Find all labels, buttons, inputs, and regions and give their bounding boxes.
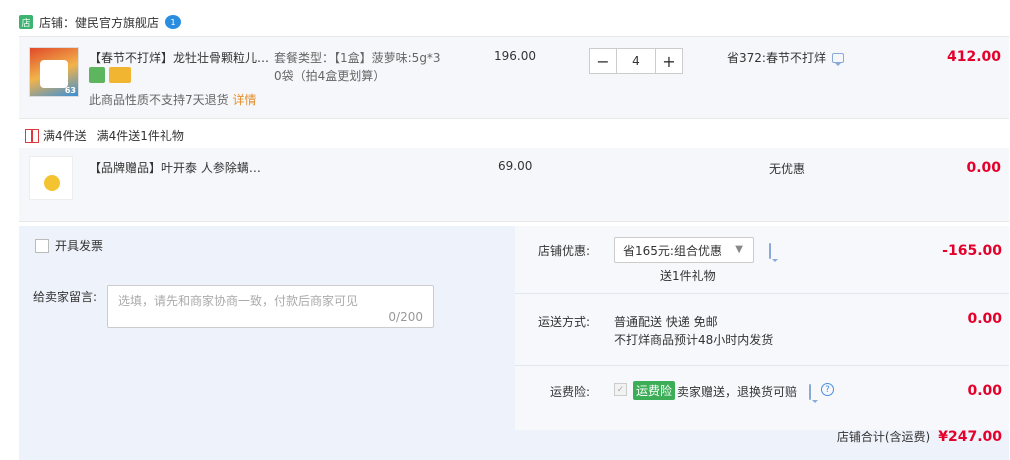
invoice-option[interactable]: 开具发票 xyxy=(35,237,103,254)
item-subtotal: 412.00 xyxy=(946,49,1001,65)
store-total: 店铺合计(含运费) ¥247.00 xyxy=(837,428,1002,445)
return-policy: 此商品性质不支持7天退货 详情 xyxy=(89,91,256,108)
cart-item: 63 【春节不打烊】龙牡壮骨颗粒儿… 此商品性质不支持7天退货 详情 套餐类型：… xyxy=(19,36,1009,119)
insurance-badge: 运费险 xyxy=(633,381,676,400)
store-discount-select[interactable]: 省165元:组合优惠 ▼ xyxy=(614,237,754,263)
gift-promo-header: 满4件送 满4件送1件礼物 xyxy=(25,127,184,144)
invoice-label: 开具发票 xyxy=(55,239,104,253)
store-discount-gift: 送1件礼物 xyxy=(660,269,716,283)
product-thumbnail[interactable]: 63 xyxy=(29,47,79,97)
total-amount: ¥247.00 xyxy=(938,428,1002,445)
shipping-label: 运送方式: xyxy=(538,315,591,329)
gift-discount: 无优惠 xyxy=(769,162,806,176)
spec-line: 0袋（拍4盒更划算） xyxy=(274,69,386,83)
message-icon[interactable] xyxy=(809,384,811,400)
card-tag-icon xyxy=(109,67,131,83)
quantity-stepper: − 4 + xyxy=(589,48,683,74)
gift-tag: 满4件送 xyxy=(43,129,87,143)
message-icon[interactable] xyxy=(769,243,771,259)
chat-badge: 1 xyxy=(170,17,176,27)
qty-input[interactable]: 4 xyxy=(616,49,656,73)
remark-label: 给卖家留言: xyxy=(33,290,98,304)
gift-tag-desc: 满4件送1件礼物 xyxy=(96,129,184,143)
return-notice: 此商品性质不支持7天退货 xyxy=(89,93,229,107)
thumb-badge: 63 xyxy=(64,86,76,95)
gift-subtotal: 0.00 xyxy=(966,160,1001,176)
qty-plus-button[interactable]: + xyxy=(656,49,682,73)
gift-price: 69.00 xyxy=(498,159,533,173)
remark-placeholder: 选填，请先和商家协商一致，付款后商家可见 xyxy=(118,294,359,308)
insurance-checkbox[interactable]: ✓ xyxy=(614,383,627,396)
spec-line: 套餐类型：【1盒】菠萝味:5g*3 xyxy=(274,51,441,65)
return-details-link[interactable]: 详情 xyxy=(232,93,256,107)
store-discount-amount: -165.00 xyxy=(942,243,1002,259)
store-discount-value: 省165元:组合优惠 xyxy=(623,243,722,258)
store-discount-label: 店铺优惠: xyxy=(538,244,591,258)
gift-thumbnail[interactable] xyxy=(29,156,73,200)
discount-text: 省372:春节不打烊 xyxy=(727,51,826,65)
product-spec: 套餐类型：【1盒】菠萝味:5g*3 0袋（拍4盒更划算） xyxy=(274,49,459,85)
gift-title[interactable]: 【品牌赠品】叶开泰 人参除螨… xyxy=(89,159,261,176)
invoice-checkbox[interactable] xyxy=(35,238,49,253)
service-tag-icon xyxy=(89,67,105,83)
shipping-note: 不打烊商品预计48小时内发货 xyxy=(614,333,774,347)
shipping-method: 普通配送 快递 免邮 xyxy=(614,315,718,329)
chat-icon[interactable]: 1 xyxy=(165,15,182,29)
unit-price: 196.00 xyxy=(494,49,536,63)
discount-info: 省372:春节不打烊 xyxy=(727,49,844,66)
service-tags xyxy=(89,67,131,83)
shop-header: 店 店铺：健民官方旗舰店 1 xyxy=(19,11,182,33)
product-title[interactable]: 【春节不打烊】龙牡壮骨颗粒儿… xyxy=(89,49,269,66)
gift-item: 【品牌赠品】叶开泰 人参除螨… 69.00 无优惠 0.00 xyxy=(19,148,1009,222)
chevron-down-icon: ▼ xyxy=(735,244,743,255)
divider xyxy=(515,293,1009,294)
help-glyph: ? xyxy=(825,384,830,395)
insurance-amount: 0.00 xyxy=(967,383,1002,399)
help-icon[interactable]: ? xyxy=(821,383,834,396)
qty-minus-button[interactable]: − xyxy=(590,49,616,73)
shipping-amount: 0.00 xyxy=(967,311,1002,327)
shop-icon: 店 xyxy=(19,15,33,29)
message-icon[interactable] xyxy=(831,52,844,66)
remark-textarea[interactable]: 选填，请先和商家协商一致，付款后商家可见 0/200 xyxy=(107,285,434,328)
insurance-desc: 卖家赠送，退换货可赔 xyxy=(677,385,798,399)
remark-counter: 0/200 xyxy=(388,310,423,324)
total-label: 店铺合计(含运费) xyxy=(836,430,931,444)
divider xyxy=(515,365,1009,366)
shop-name[interactable]: 店铺：健民官方旗舰店 xyxy=(39,14,159,31)
insurance-label: 运费险: xyxy=(550,385,591,399)
gift-icon xyxy=(25,128,39,143)
